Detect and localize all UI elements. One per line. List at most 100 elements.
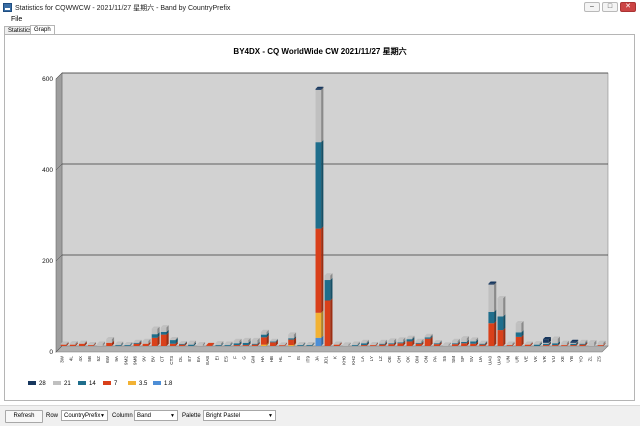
bar-segment-side — [321, 310, 324, 338]
bar-segment — [188, 344, 194, 346]
bar-segment — [452, 343, 458, 345]
x-tick-label: XE — [560, 356, 565, 362]
bar-segment — [106, 339, 112, 343]
bar-segment — [151, 337, 158, 346]
x-tick-label: VR — [542, 355, 547, 362]
x-tick-label: UA0 — [487, 356, 492, 365]
bar-segment — [388, 344, 394, 346]
x-tick-label: G — [242, 356, 247, 360]
x-tick-label: HB — [269, 356, 274, 362]
column-select[interactable]: Band ▼ — [134, 410, 178, 421]
bar-segment — [533, 344, 540, 346]
bottom-toolbar: Refresh Row CountryPrefix ▼ Column Band ▼ … — [0, 405, 640, 426]
bar-segment — [406, 337, 413, 340]
bar-segment — [415, 342, 422, 344]
bar-segment — [570, 343, 576, 346]
bar-segment-side — [494, 309, 497, 324]
bar-segment — [488, 311, 495, 324]
bar-segment — [433, 343, 440, 345]
row-label: Row — [46, 413, 59, 419]
bar-segment-side — [166, 332, 169, 346]
bar-segment — [470, 343, 476, 346]
palette-label: Palette — [182, 413, 201, 419]
bar-segment — [597, 342, 604, 346]
bar-segment-side — [330, 298, 333, 346]
x-tick-label: YB — [569, 356, 574, 362]
bar-segment — [324, 300, 331, 346]
bar-segment — [415, 343, 422, 346]
bar-segment-side — [494, 282, 497, 312]
bar-segment — [579, 344, 586, 346]
x-tick-label: EA8 — [205, 356, 210, 365]
bar-segment — [133, 343, 140, 346]
column-select-value: Band — [137, 413, 152, 419]
legend-item: 14 — [78, 381, 96, 387]
bar-segment — [306, 345, 313, 346]
bar-segment — [69, 343, 76, 345]
bar-segment — [315, 312, 322, 338]
legend-label: 1.8 — [164, 381, 173, 387]
x-tick-label: OK — [405, 355, 410, 363]
x-tick-label: PA — [433, 355, 438, 362]
bar-segment — [497, 316, 504, 331]
x-tick-label: F — [232, 356, 237, 359]
x-tick-label: S5 — [442, 356, 447, 362]
bar-segment — [370, 345, 376, 346]
bar-segment — [169, 343, 176, 346]
palette-select-value: Bright Pastel — [206, 413, 241, 419]
bar-segment — [251, 340, 258, 344]
bar-segment — [543, 345, 549, 346]
bar-segment — [88, 345, 94, 346]
bar-segment — [433, 342, 440, 344]
bar-segment — [524, 344, 531, 346]
bar-segment — [260, 337, 267, 345]
x-tick-label: E7 — [187, 356, 192, 362]
bar-segment — [543, 343, 549, 346]
bar-segment — [361, 345, 367, 346]
bar-segment — [470, 341, 476, 344]
bar-segment — [561, 342, 567, 346]
bar-segment — [479, 344, 485, 346]
bar-segment — [388, 340, 394, 344]
bar-segment — [488, 284, 495, 312]
y-tick-label: 400 — [42, 167, 53, 174]
bar-segment — [297, 344, 303, 346]
bar-segment — [461, 338, 467, 342]
x-tick-label: JA — [314, 355, 319, 361]
bar-segment — [579, 343, 586, 345]
bar-segment — [479, 342, 485, 344]
bar-segment-side — [503, 296, 506, 317]
bar-segment — [452, 344, 458, 346]
bar-segment — [260, 334, 267, 338]
bar-segment — [579, 341, 586, 344]
x-tick-label: LA — [360, 355, 365, 362]
x-tick-label: OM — [414, 356, 419, 364]
bar-segment — [570, 345, 576, 346]
x-tick-label: HA — [260, 355, 265, 362]
bar-segment — [115, 343, 121, 346]
refresh-button[interactable]: Refresh — [5, 410, 43, 423]
bar-segment — [242, 342, 249, 346]
bar-segment — [488, 283, 495, 285]
bar-segment — [169, 339, 176, 341]
x-tick-label: 3W — [60, 355, 65, 363]
bar-segment — [361, 341, 367, 344]
bar-segment — [442, 344, 449, 346]
x-tick-label: 5Z — [96, 356, 101, 362]
x-tick-label: IS — [296, 356, 301, 360]
row-select[interactable]: CountryPrefix ▼ — [61, 410, 108, 421]
bar-segment — [78, 343, 85, 346]
legend-swatch — [153, 381, 161, 386]
bar-segment — [288, 334, 294, 339]
bar-segment — [524, 343, 531, 345]
bar-segment — [233, 343, 240, 346]
legend-swatch — [103, 381, 111, 386]
palette-select[interactable]: Bright Pastel ▼ — [203, 410, 276, 421]
legend-label: 3.5 — [139, 381, 148, 387]
bar-segment — [60, 343, 67, 345]
x-tick-label: SM — [451, 356, 456, 363]
bar-segment — [206, 345, 212, 346]
legend-item: 3.5 — [128, 381, 147, 387]
bar-segment — [552, 343, 558, 346]
y-tick-label: 600 — [42, 76, 53, 83]
